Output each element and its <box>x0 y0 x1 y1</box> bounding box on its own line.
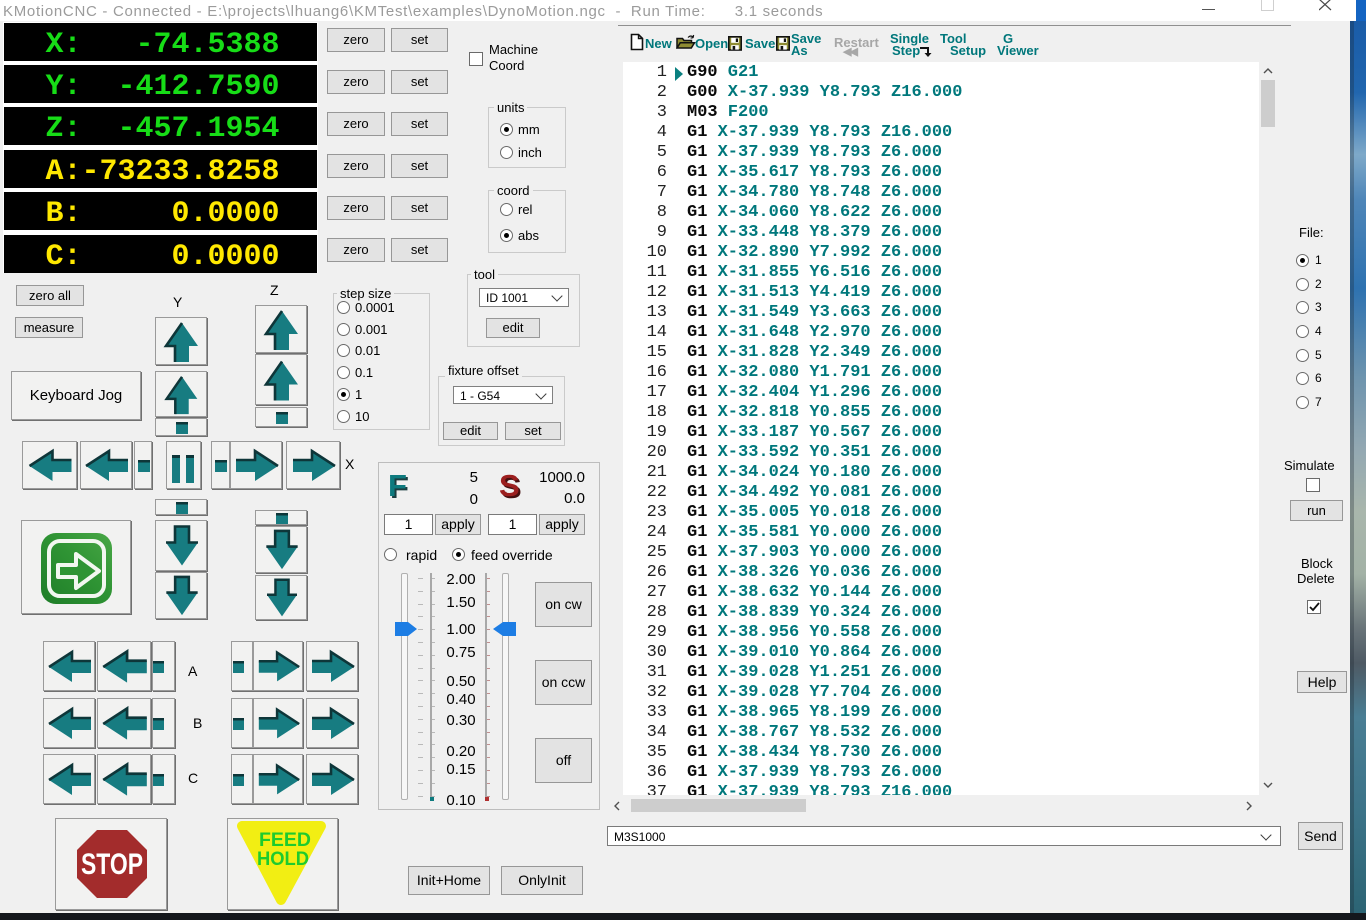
svg-text:HOLD: HOLD <box>257 849 309 870</box>
svg-text:FEED: FEED <box>259 830 311 851</box>
svg-text:STOP: STOP <box>81 848 143 881</box>
